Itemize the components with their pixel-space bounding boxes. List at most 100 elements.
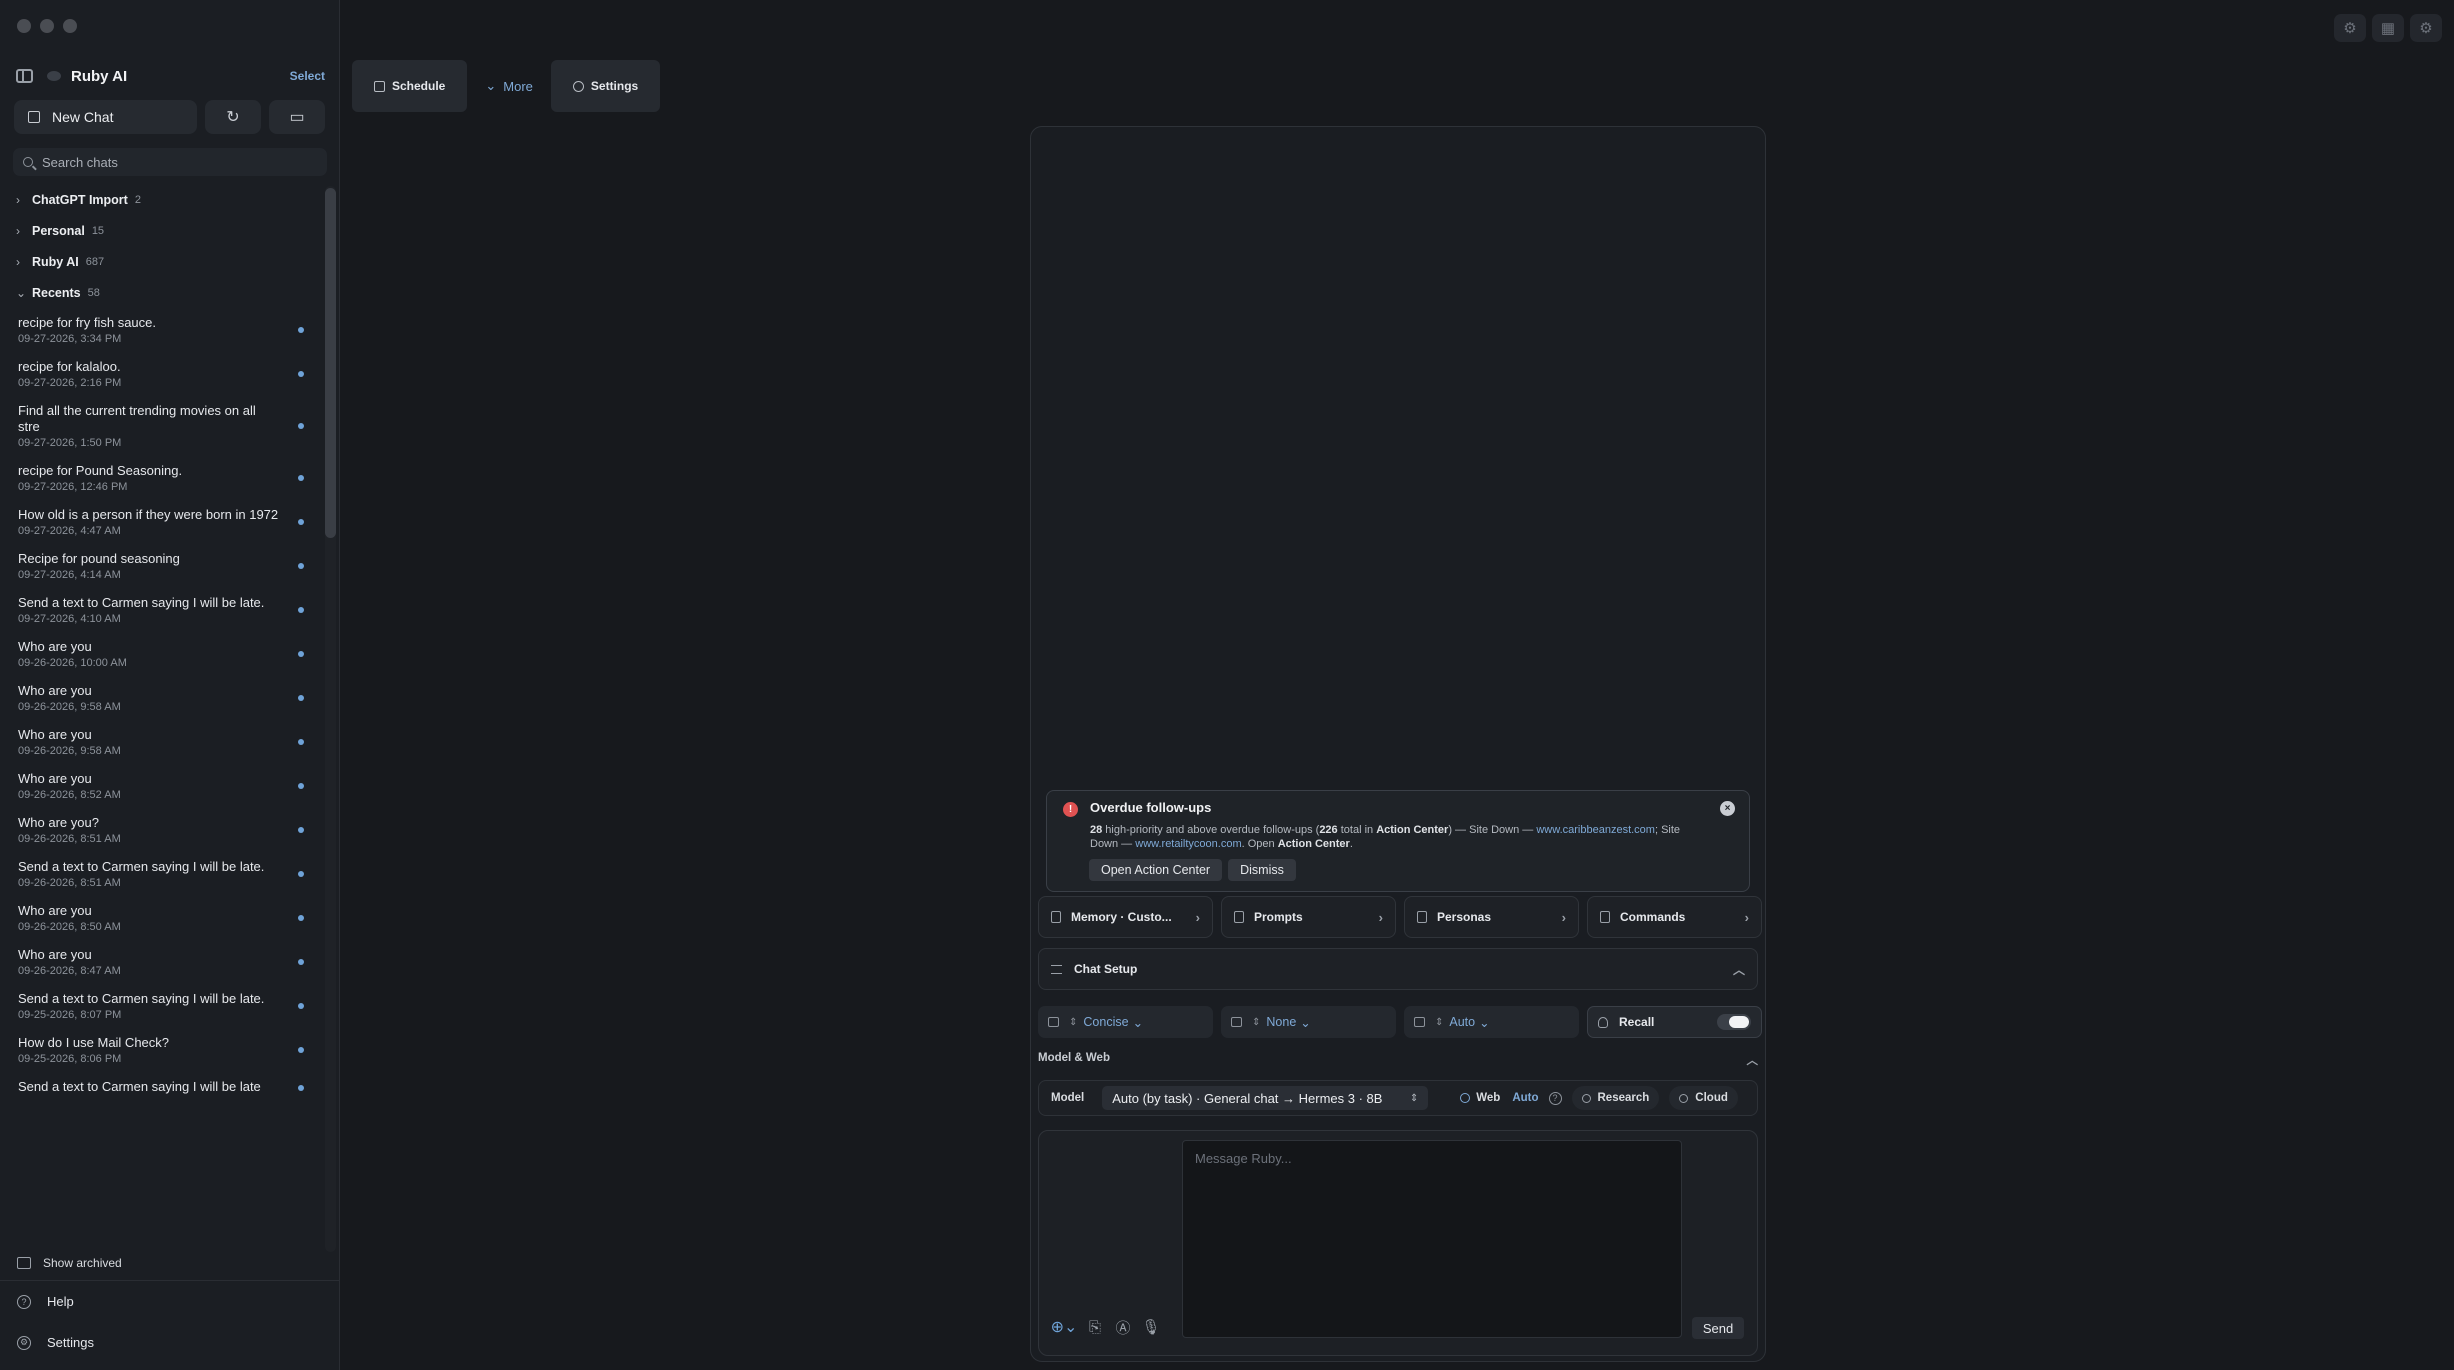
grid-icon[interactable]: ▦	[2372, 14, 2404, 42]
list-item[interactable]: recipe for fry fish sauce. 09-27-2026, 3:…	[0, 308, 340, 352]
commands-chip[interactable]: Commands ›	[1587, 896, 1762, 938]
quick-chips: Memory · Custo... › Prompts › Personas ›…	[1038, 896, 1762, 938]
list-item[interactable]: Who are you 09-26-2026, 8:52 AM	[0, 764, 340, 808]
list-item[interactable]: Send a text to Carmen saying I will be l…	[0, 588, 340, 632]
site-link[interactable]: www.caribbeanzest.com	[1536, 824, 1655, 836]
settings-button[interactable]: Settings	[550, 60, 661, 112]
show-archived-button[interactable]: Show archived	[17, 1256, 122, 1270]
list-item[interactable]: Who are you 09-26-2026, 9:58 AM	[0, 720, 340, 764]
add-icon[interactable]: ⊕⌄	[1051, 1318, 1078, 1336]
unread-dot	[298, 1085, 304, 1091]
archive-button[interactable]: ▭	[269, 100, 325, 134]
message-input[interactable]	[1182, 1140, 1682, 1338]
prompts-chip[interactable]: Prompts ›	[1221, 896, 1396, 938]
unread-dot	[298, 1003, 304, 1009]
unread-dot	[298, 327, 304, 333]
help-icon[interactable]: ?	[1548, 1091, 1562, 1105]
folder-personal[interactable]: › Personal 15	[0, 215, 340, 246]
settings-icon[interactable]: ⚙	[2334, 14, 2366, 42]
chevron-right-icon: ›	[1561, 909, 1566, 925]
chevron-right-icon: ›	[16, 223, 20, 238]
attach-icon[interactable]: ⎘	[1086, 1318, 1104, 1336]
unread-dot	[298, 563, 304, 569]
new-chat-button[interactable]: New Chat	[14, 100, 197, 134]
zoom-window-button[interactable]	[63, 19, 77, 33]
sidebar-toggle-icon[interactable]	[16, 69, 33, 83]
unread-dot	[298, 827, 304, 833]
list-item[interactable]: Who are you? 09-26-2026, 8:51 AM	[0, 808, 340, 852]
web-toggle[interactable]: Web	[1460, 1092, 1500, 1104]
recall-switch[interactable]	[1717, 1014, 1751, 1030]
site-link[interactable]: www.retailtycoon.com	[1135, 838, 1241, 850]
unread-dot	[298, 739, 304, 745]
list-item[interactable]: How do I use Mail Check? 09-25-2026, 8:06…	[0, 1028, 340, 1072]
close-icon[interactable]: ×	[1720, 801, 1735, 816]
send-button[interactable]: Send	[1692, 1317, 1744, 1339]
app-name: Ruby AI	[71, 67, 128, 85]
chat-setup-controls: ⇕ Concise ⌄ ⇕ None ⌄ ⇕ Auto ⌄ Recall	[1038, 1006, 1762, 1038]
dismiss-button[interactable]: Dismiss	[1228, 859, 1296, 881]
sidebar-settings-button[interactable]: ⚙ Settings	[17, 1335, 94, 1350]
alert-body: 28 high-priority and above overdue follo…	[1090, 824, 1681, 850]
more-button[interactable]: ⌄ More	[475, 60, 543, 112]
list-item[interactable]: Who are you 09-26-2026, 8:47 AM	[0, 940, 340, 984]
folder-chatgpt-import[interactable]: › ChatGPT Import 2	[0, 184, 340, 215]
list-item[interactable]: Find all the current trending movies on …	[0, 396, 340, 456]
unread-dot	[298, 423, 304, 429]
model-web-header[interactable]: Model & Web ︿	[1038, 1052, 1758, 1068]
updown-icon: ⇕	[1409, 1092, 1419, 1104]
composer-tools: ⊕⌄ ⎘ Ⓐ 🎙︎	[1051, 1318, 1161, 1337]
chevron-right-icon: ›	[16, 192, 20, 207]
model-select[interactable]: Auto (by task) · General chat → Hermes 3…	[1102, 1086, 1429, 1110]
persona-select[interactable]: ⇕ None ⌄	[1221, 1006, 1396, 1038]
top-toolbar: Schedule ⌄ More Settings	[352, 60, 661, 112]
list-item[interactable]: Send a text to Carmen saying I will be l…	[0, 1072, 340, 1104]
unread-dot	[298, 915, 304, 921]
search-chats[interactable]: Search chats	[13, 148, 327, 176]
schedule-button[interactable]: Schedule	[352, 60, 468, 112]
updown-icon: ⇕	[1435, 1016, 1444, 1028]
memory-chip[interactable]: Memory · Custo... ›	[1038, 896, 1213, 938]
list-item[interactable]: Recipe for pound seasoning 09-27-2026, 4:…	[0, 544, 340, 588]
recall-toggle[interactable]: Recall	[1587, 1006, 1762, 1038]
list-item[interactable]: recipe for kalaloo. 09-27-2026, 2:16 PM	[0, 352, 340, 396]
help-button[interactable]: ? Help	[17, 1294, 74, 1309]
list-item[interactable]: How old is a person if they were born in…	[0, 500, 340, 544]
list-item[interactable]: Send a text to Carmen saying I will be l…	[0, 852, 340, 896]
gear-icon	[572, 80, 584, 92]
mode-select[interactable]: ⇕ Auto ⌄	[1404, 1006, 1579, 1038]
chevron-right-icon: ›	[1195, 909, 1200, 925]
microphone-icon[interactable]: 🎙︎	[1141, 1318, 1160, 1336]
list-item[interactable]: Send a text to Carmen saying I will be l…	[0, 984, 340, 1028]
select-button[interactable]: Select	[290, 69, 325, 83]
app-logo-icon	[47, 71, 61, 81]
personas-chip[interactable]: Personas ›	[1404, 896, 1579, 938]
unread-dot	[298, 607, 304, 613]
chat-list: › ChatGPT Import 2 › Personal 15 › Ruby …	[0, 184, 340, 1254]
archive-box-icon	[17, 1257, 31, 1269]
gear-icon[interactable]: ⚙	[2410, 14, 2442, 42]
folder-ruby-ai[interactable]: › Ruby AI 687	[0, 246, 340, 277]
close-window-button[interactable]	[17, 19, 31, 33]
chat-setup-toggle[interactable]: Chat Setup ︿	[1038, 948, 1758, 990]
autocomplete-icon[interactable]: Ⓐ	[1114, 1318, 1132, 1337]
list-item[interactable]: recipe for Pound Seasoning. 09-27-2026, 1…	[0, 456, 340, 500]
globe-icon	[1460, 1093, 1471, 1103]
unread-dot	[298, 651, 304, 657]
alert-title: Overdue follow-ups	[1090, 800, 1212, 815]
list-item[interactable]: Who are you 09-26-2026, 8:50 AM	[0, 896, 340, 940]
response-style-select[interactable]: ⇕ Concise ⌄	[1038, 1006, 1213, 1038]
updown-icon: ⇕	[1252, 1016, 1261, 1028]
list-item[interactable]: Who are you 09-26-2026, 10:00 AM	[0, 632, 340, 676]
list-item[interactable]: Who are you 09-26-2026, 9:58 AM	[0, 676, 340, 720]
folder-recents[interactable]: ⌄ Recents 58	[0, 277, 340, 308]
chevron-down-icon: ⌄	[1479, 1015, 1490, 1030]
minimize-window-button[interactable]	[40, 19, 54, 33]
web-mode-auto[interactable]: Auto	[1512, 1092, 1538, 1104]
refresh-button[interactable]: ↻	[205, 100, 261, 134]
cloud-button[interactable]: Cloud	[1669, 1086, 1738, 1110]
open-action-center-button[interactable]: Open Action Center	[1089, 859, 1223, 881]
research-button[interactable]: Research	[1571, 1086, 1660, 1110]
search-input[interactable]: Search chats	[42, 155, 118, 170]
help-icon: ?	[17, 1294, 31, 1309]
